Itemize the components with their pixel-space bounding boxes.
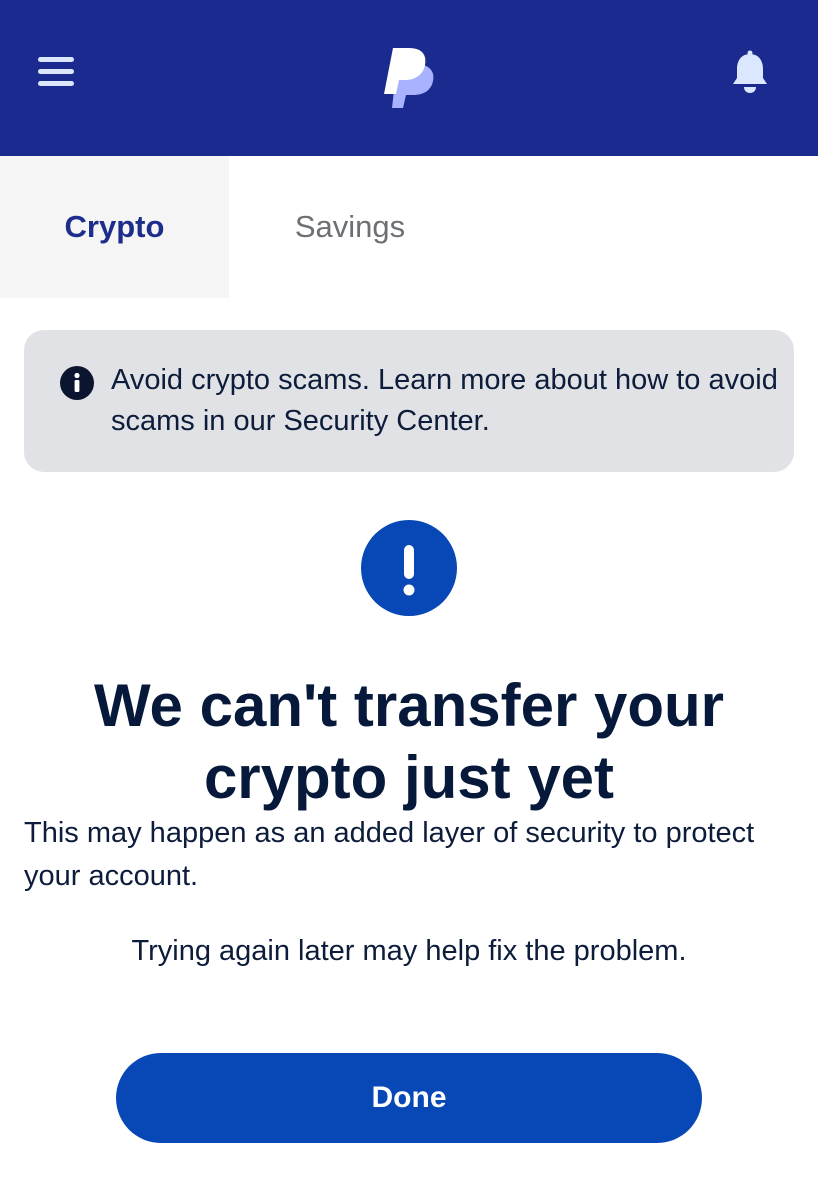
info-icon [60, 366, 94, 400]
menu-bar [38, 81, 74, 86]
menu-bar [38, 69, 74, 74]
paypal-logo [384, 48, 434, 108]
bell-icon[interactable] [728, 50, 772, 96]
top-app-bar [0, 0, 818, 156]
error-hint: Trying again later may help fix the prob… [131, 935, 687, 967]
tab-bar: Crypto Savings [0, 156, 818, 298]
tab-savings[interactable]: Savings [229, 156, 471, 298]
error-title: We can't transfer your crypto just yet [94, 672, 724, 811]
menu-bar [38, 57, 74, 62]
error-description: This may happen as an added layer of sec… [24, 817, 755, 892]
exclamation-icon [361, 520, 457, 616]
security-center-link[interactable]: Avoid crypto scams. Learn more about how… [111, 360, 781, 442]
tab-label: Crypto [64, 209, 165, 244]
menu-button[interactable] [36, 55, 76, 91]
scam-warning-banner: Avoid crypto scams. Learn more about how… [24, 330, 794, 472]
done-button[interactable]: Done [116, 1053, 702, 1143]
tab-label: Savings [294, 209, 406, 244]
tab-crypto[interactable]: Crypto [0, 156, 229, 298]
